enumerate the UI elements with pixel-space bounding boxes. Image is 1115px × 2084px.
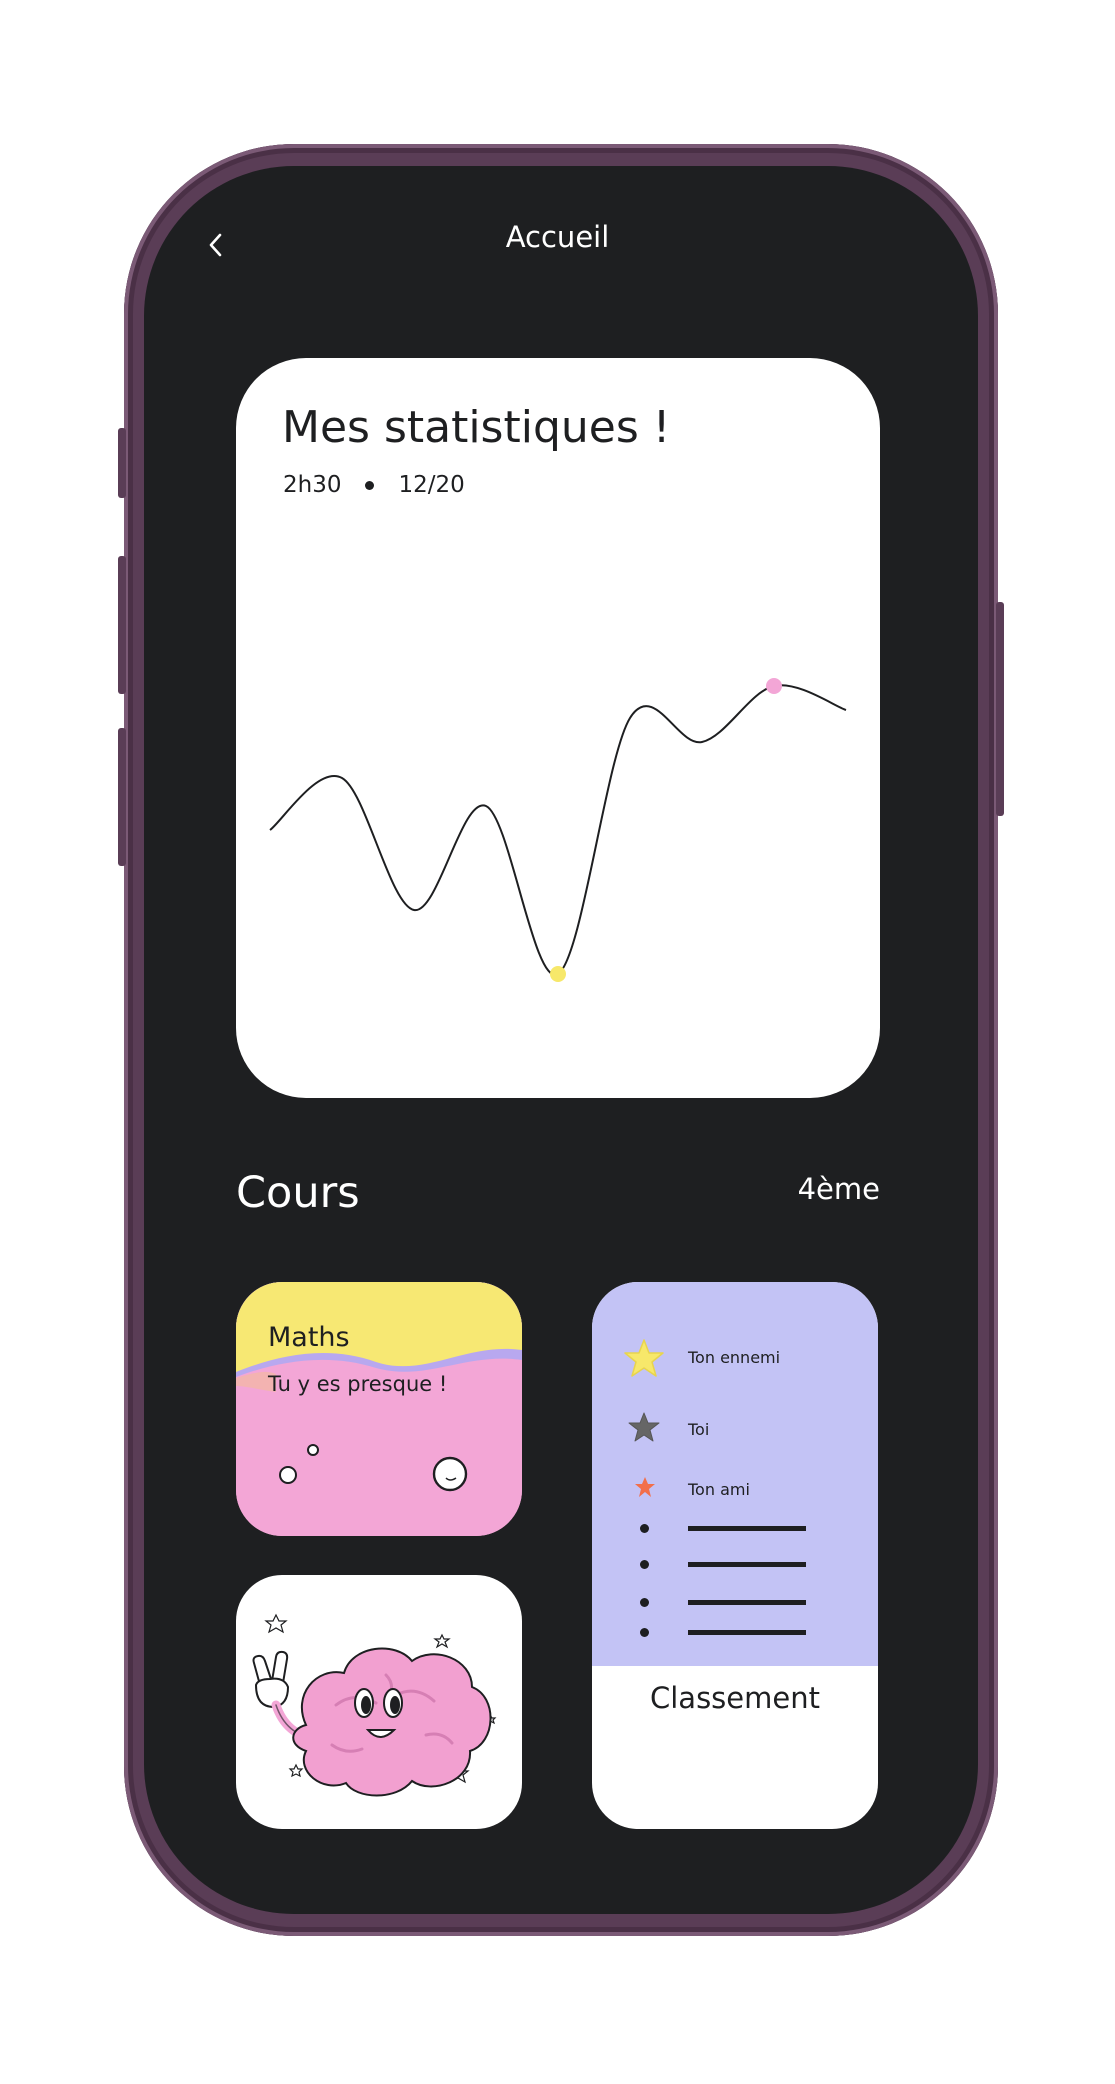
maths-course-card[interactable]: Maths Tu y es presque ! <box>236 1282 522 1536</box>
ranking-title: Classement <box>650 1681 820 1715</box>
ranking-label-enemy: Ton ennemi <box>688 1348 781 1367</box>
maths-card-background <box>236 1282 522 1536</box>
ranking-list: Ton ennemi Toi Ton ami <box>592 1282 878 1666</box>
courses-section-title: Cours <box>236 1168 360 1218</box>
volume-up-button <box>118 556 126 694</box>
brain-card[interactable] <box>236 1575 522 1829</box>
maths-title: Maths <box>268 1322 350 1353</box>
ranking-card[interactable]: Ton ennemi Toi Ton ami Classement <box>592 1282 878 1829</box>
ranking-placeholder-row <box>640 1598 840 1608</box>
brain-mascot-icon <box>252 1613 497 1797</box>
power-button <box>996 602 1004 816</box>
orange-star-icon <box>635 1477 655 1497</box>
level-label[interactable]: 4ème <box>798 1172 880 1206</box>
ranking-row-enemy: Ton ennemi <box>592 1338 878 1378</box>
volume-down-button <box>118 728 126 866</box>
stats-point-min[interactable] <box>550 966 566 982</box>
page-title: Accueil <box>505 220 610 254</box>
stats-chart <box>269 678 847 982</box>
ranking-placeholder-row <box>640 1628 840 1638</box>
gold-star-icon <box>624 1339 664 1377</box>
ranking-row-friend: Ton ami <box>592 1470 878 1510</box>
ranking-placeholder-row <box>640 1524 840 1534</box>
ranking-label-friend: Ton ami <box>688 1480 750 1499</box>
ranking-placeholder-row <box>640 1560 840 1570</box>
stats-point-max[interactable] <box>766 678 782 694</box>
grey-star-icon <box>628 1412 660 1442</box>
mute-switch <box>118 428 126 498</box>
maths-subtitle: Tu y es presque ! <box>268 1372 448 1396</box>
stats-line <box>269 684 847 976</box>
ranking-label-self: Toi <box>688 1420 710 1439</box>
ranking-row-self: Toi <box>592 1410 878 1450</box>
stats-card[interactable]: Mes statistiques ! 2h30 12/20 <box>236 358 880 1098</box>
